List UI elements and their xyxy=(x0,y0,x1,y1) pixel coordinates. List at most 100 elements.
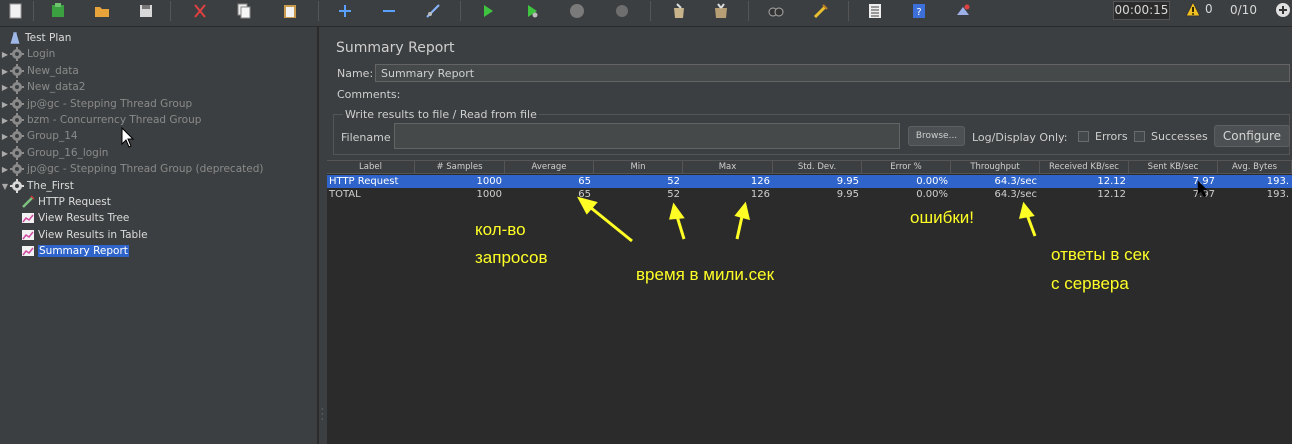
function-helper-icon[interactable] xyxy=(861,0,889,22)
tree-item[interactable]: View Results in Table xyxy=(12,227,148,243)
tree-item[interactable]: ▼ The_First xyxy=(1,178,74,194)
annotation-time: время в мили.сек xyxy=(636,265,775,284)
reset-search-icon[interactable] xyxy=(806,0,834,22)
main-toolbar: ? 00:00:15 0 0/10 xyxy=(0,0,1292,27)
templates-icon[interactable] xyxy=(44,0,72,22)
tree-item-label: View Results Tree xyxy=(38,212,130,224)
warning-icon xyxy=(1185,1,1201,17)
panel-title: Summary Report xyxy=(336,40,455,56)
column-header[interactable]: Min xyxy=(594,161,683,174)
collapse-icon[interactable] xyxy=(375,0,403,22)
expand-arrow-icon[interactable] xyxy=(12,227,20,243)
configure-button[interactable]: Configure xyxy=(1214,125,1290,147)
tree-item[interactable]: ▶ New_data2 xyxy=(1,79,85,95)
table-cell: 0.00% xyxy=(916,189,948,200)
tree-item-label: bzm - Concurrency Thread Group xyxy=(27,114,202,126)
column-header[interactable]: Error % xyxy=(862,161,951,174)
thread-group-icon xyxy=(9,79,25,95)
name-label: Name: xyxy=(337,67,374,80)
plus-circle-icon[interactable] xyxy=(1274,1,1292,23)
expand-arrow-icon[interactable]: ▶ xyxy=(1,112,9,128)
table-cell: 12.12 xyxy=(1097,176,1126,187)
table-cell: 52 xyxy=(667,176,680,187)
sampler-icon xyxy=(20,194,36,210)
expand-arrow-icon[interactable] xyxy=(12,210,20,226)
expand-arrow-icon[interactable]: ▶ xyxy=(1,128,9,144)
errors-checkbox[interactable] xyxy=(1078,131,1089,142)
table-row[interactable]: HTTP Request 1000 65 52 126 9.95 0.00% 64.3/sec… xyxy=(327,175,1292,188)
column-header[interactable]: # Samples xyxy=(415,161,505,174)
tree-item[interactable]: ▶ jp@gc - Stepping Thread Group xyxy=(1,96,192,112)
expand-arrow-icon[interactable]: ▶ xyxy=(1,79,9,95)
panel-splitter[interactable]: · · · xyxy=(318,27,327,444)
toggle-icon[interactable] xyxy=(419,0,447,22)
column-header[interactable]: Received KB/sec xyxy=(1040,161,1129,174)
warnings-indicator[interactable]: 0 xyxy=(1185,1,1213,17)
remote-icon[interactable] xyxy=(949,0,977,22)
column-header[interactable]: Avg. Bytes xyxy=(1218,161,1292,174)
table-cell: 64.3/sec xyxy=(994,176,1038,187)
tree-item-label: Login xyxy=(27,48,56,60)
tree-item[interactable]: ▶ Group_14 xyxy=(1,128,78,144)
tree-item-label: jp@gc - Stepping Thread Group xyxy=(27,98,193,110)
table-cell: 9.95 xyxy=(836,176,859,187)
tree-item-label: New_data xyxy=(27,65,79,77)
collapse-arrow-icon[interactable]: ▼ xyxy=(1,178,9,194)
annotation-throughput-line2: с сервера xyxy=(1051,274,1129,293)
expand-arrow-icon[interactable]: ▶ xyxy=(1,63,9,79)
clear-all-icon[interactable] xyxy=(707,0,735,22)
tree-item[interactable]: ▶ Login xyxy=(1,46,55,62)
test-plan-icon xyxy=(7,30,23,46)
tree-item[interactable]: HTTP Request xyxy=(12,194,111,210)
copy-icon[interactable] xyxy=(230,0,258,22)
table-cell: 65 xyxy=(578,189,591,200)
tree-item[interactable]: ▶ bzm - Concurrency Thread Group xyxy=(1,112,201,128)
open-icon[interactable] xyxy=(88,0,116,22)
new-icon[interactable] xyxy=(2,0,30,22)
tree-item[interactable]: View Results Tree xyxy=(12,210,129,226)
paste-icon[interactable] xyxy=(276,0,304,22)
browse-button[interactable]: Browse... xyxy=(908,126,965,146)
cut-icon[interactable] xyxy=(186,0,214,22)
tree-item[interactable]: ▶ New_data xyxy=(1,63,79,79)
splitter-grip-icon: · · · xyxy=(321,405,324,424)
help-icon[interactable]: ? xyxy=(905,0,933,22)
expand-icon[interactable] xyxy=(331,0,359,22)
expand-arrow-icon[interactable]: ▶ xyxy=(1,96,9,112)
expand-arrow-icon[interactable] xyxy=(12,194,20,210)
column-header[interactable]: Max xyxy=(683,161,773,174)
tree-item[interactable]: Summary Report xyxy=(12,243,129,259)
column-header[interactable]: Throughput xyxy=(951,161,1040,174)
mouse-cursor-icon xyxy=(121,127,135,148)
summary-report-panel: Summary Report Name: Summary Report Comm… xyxy=(327,27,1292,444)
tree-item-label: HTTP Request xyxy=(38,196,111,208)
warnings-count: 0 xyxy=(1205,2,1213,16)
start-icon[interactable] xyxy=(474,0,502,22)
name-field[interactable]: Summary Report xyxy=(375,64,1290,82)
filename-field[interactable] xyxy=(394,123,900,149)
shutdown-icon[interactable] xyxy=(608,0,636,22)
listener-icon xyxy=(20,243,36,259)
expand-arrow-icon[interactable] xyxy=(12,243,20,259)
expand-arrow-icon[interactable]: ▶ xyxy=(1,145,9,161)
table-row[interactable]: TOTAL100065521269.950.00%64.3/sec12.127.… xyxy=(327,188,1292,201)
stop-icon[interactable] xyxy=(563,0,591,22)
start-no-pauses-icon[interactable] xyxy=(518,0,546,22)
clear-icon[interactable] xyxy=(665,0,693,22)
search-icon[interactable] xyxy=(762,0,790,22)
table-cell: 0.00% xyxy=(916,176,948,187)
test-plan-tree: Test Plan ▶ Login ▶ New_data ▶ New_data2 ▶ jp@gc… xyxy=(0,27,318,444)
tree-item[interactable]: ▶ jp@gc - Stepping Thread Group (deprecat… xyxy=(1,161,263,177)
column-header[interactable]: Std. Dev. xyxy=(773,161,862,174)
save-icon[interactable] xyxy=(132,0,160,22)
column-header[interactable]: Sent KB/sec xyxy=(1129,161,1218,174)
expand-arrow-icon[interactable]: ▶ xyxy=(1,46,9,62)
expand-arrow-icon[interactable]: ▶ xyxy=(1,161,9,177)
column-header[interactable]: Label xyxy=(327,161,415,174)
successes-checkbox[interactable] xyxy=(1134,131,1145,142)
annotation-errors: ошибки! xyxy=(910,208,974,227)
tree-item[interactable]: Test Plan xyxy=(1,30,71,46)
thread-group-icon xyxy=(9,145,25,161)
tree-item[interactable]: ▶ Group_16_login xyxy=(1,145,108,161)
column-header[interactable]: Average xyxy=(505,161,594,174)
